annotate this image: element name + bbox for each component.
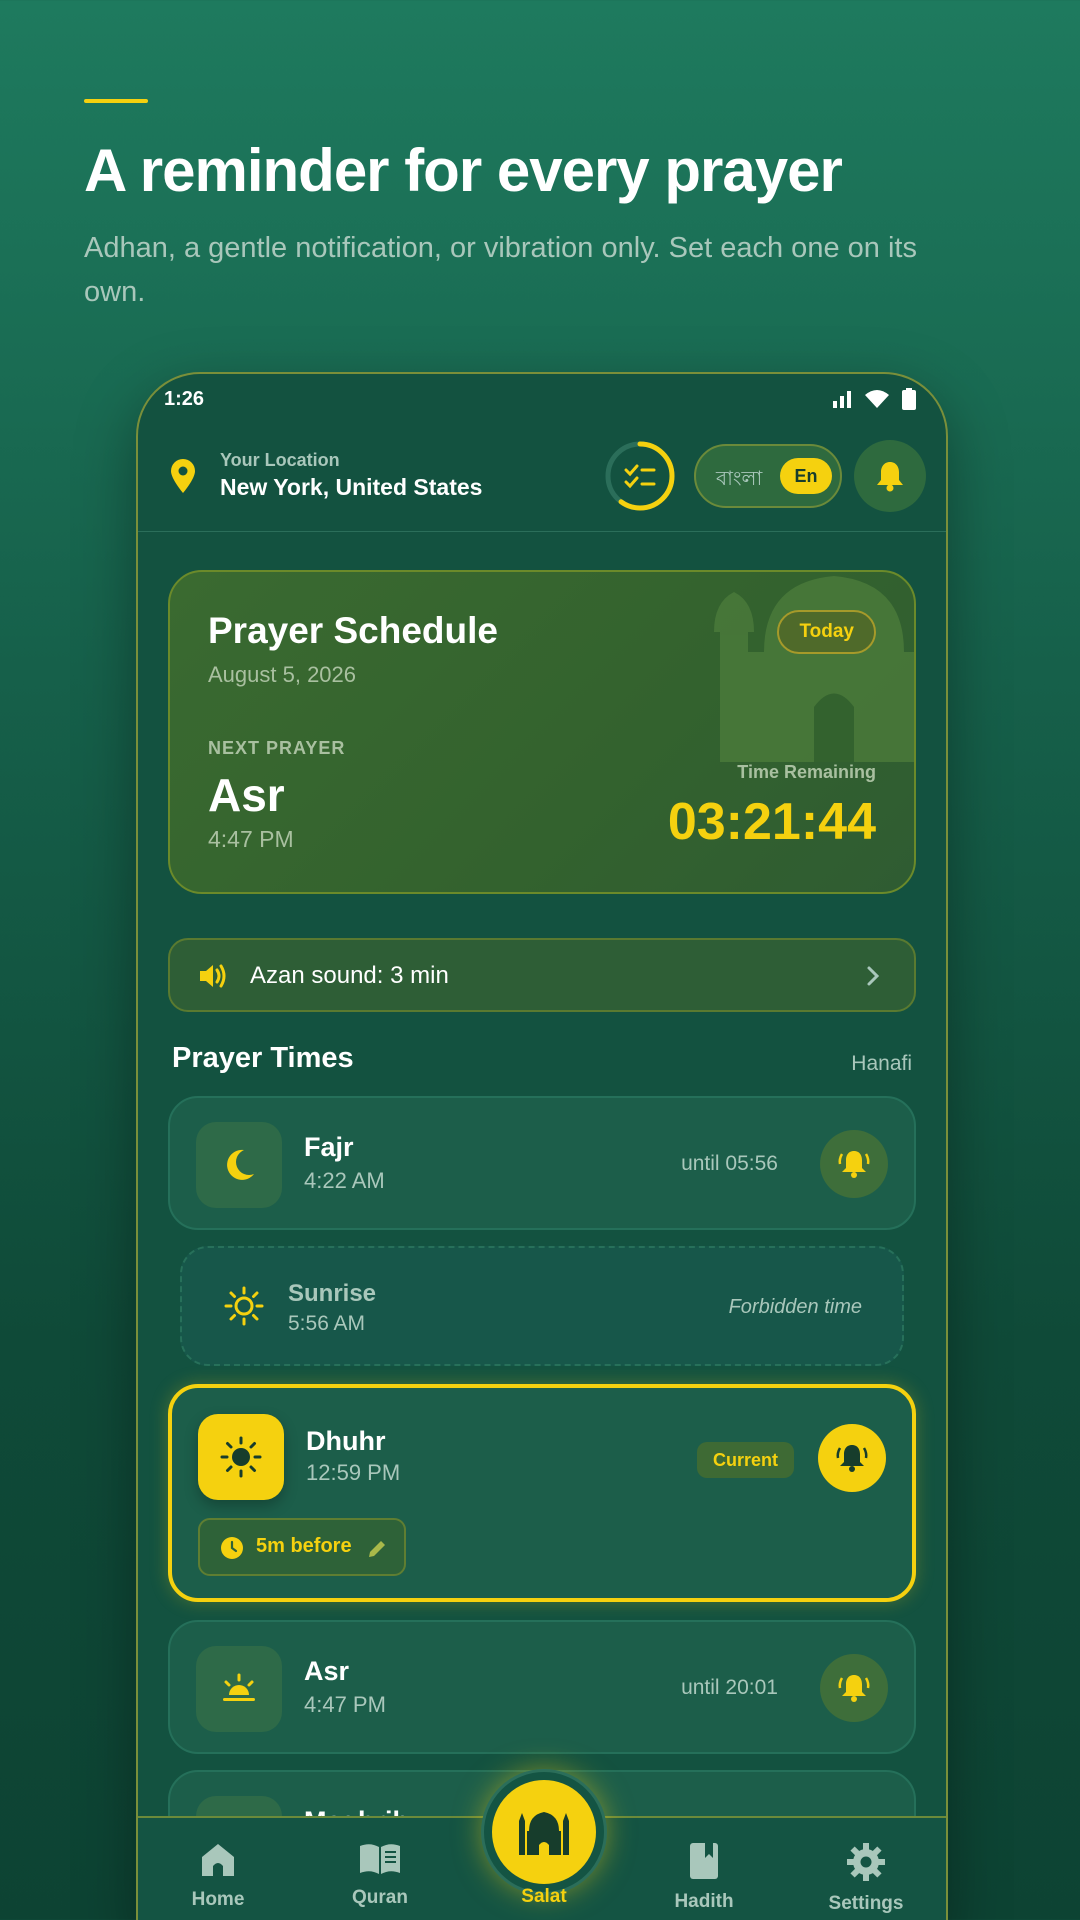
today-badge[interactable]: Today	[777, 610, 876, 654]
time-remaining-value: 03:21:44	[667, 793, 876, 851]
prayer-schedule-card: Prayer Schedule August 5, 2026 Today NEX…	[168, 570, 916, 894]
sun-half-icon	[223, 1673, 255, 1701]
location-label: Your Location	[220, 450, 340, 470]
prayer-card-fajr[interactable]: Fajr 4:22 AM until 05:56	[168, 1096, 916, 1230]
moon-icon	[227, 1149, 254, 1180]
app-header: Your Location New York, United States বা…	[138, 430, 946, 532]
gear-icon	[847, 1843, 885, 1881]
prayer-card-asr[interactable]: Asr 4:47 PM until 20:01	[168, 1620, 916, 1754]
azan-sound-label: Azan sound: 3 min	[250, 962, 449, 989]
nav-quran[interactable]: Quran	[320, 1842, 440, 1909]
bell-ring-icon	[836, 1445, 868, 1472]
prayer-time: 4:47 PM	[304, 1692, 386, 1717]
alarm-toggle-button[interactable]	[818, 1424, 886, 1492]
chevron-right-icon	[867, 966, 880, 986]
current-badge: Current	[696, 1442, 794, 1478]
checklist-progress-button[interactable]	[604, 440, 676, 512]
prayer-until: until 20:01	[681, 1676, 778, 1699]
alarm-toggle-button[interactable]	[820, 1130, 888, 1198]
nav-home[interactable]: Home	[158, 1842, 278, 1911]
reminder-offset-label: 5m before	[256, 1535, 352, 1557]
azan-sound-row[interactable]: Azan sound: 3 min	[168, 938, 916, 1012]
alarm-toggle-button[interactable]	[820, 1654, 888, 1722]
accent-line	[84, 99, 148, 103]
reminder-offset-button[interactable]: 5m before	[198, 1518, 406, 1576]
book-bookmark-icon	[690, 1843, 718, 1879]
sun-icon	[220, 1436, 262, 1478]
next-prayer-label: NEXT PRAYER	[208, 738, 346, 758]
clock-icon	[221, 1537, 243, 1559]
forbidden-time-note: Forbidden time	[728, 1296, 862, 1318]
pencil-icon	[369, 1541, 385, 1557]
book-open-icon	[360, 1844, 400, 1874]
battery-icon	[902, 388, 916, 410]
prayer-time: 12:59 PM	[306, 1460, 401, 1485]
status-time: 1:26	[164, 388, 205, 410]
bell-icon	[877, 462, 903, 492]
prayer-name: Asr	[304, 1656, 350, 1686]
prayer-name: Dhuhr	[306, 1426, 386, 1456]
next-prayer-name: Asr	[208, 769, 285, 821]
location-pin-icon	[171, 459, 195, 493]
speaker-icon	[200, 964, 226, 988]
time-remaining-label: Time Remaining	[737, 762, 876, 782]
nav-salat-button[interactable]	[484, 1772, 604, 1892]
prayer-card-sunrise: Sunrise 5:56 AM Forbidden time	[180, 1246, 904, 1366]
schedule-title: Prayer Schedule	[208, 610, 498, 651]
madhab-label[interactable]: Hanafi	[851, 1052, 912, 1076]
next-prayer-time: 4:47 PM	[208, 826, 294, 852]
prayer-name: Sunrise	[288, 1280, 377, 1307]
promo-subline: Adhan, a gentle notification, or vibrati…	[84, 232, 917, 308]
status-bar: 1:26	[138, 374, 946, 430]
bell-ring-icon	[838, 1151, 870, 1178]
nav-settings[interactable]: Settings	[806, 1842, 926, 1915]
phone-frame: 1:26 Your Location New York, United Stat…	[136, 372, 948, 1920]
prayer-time: 5:56 AM	[288, 1312, 366, 1335]
mosque-icon	[519, 1812, 569, 1855]
nav-salat-label: Salat	[521, 1886, 567, 1907]
nav-hadith[interactable]: Hadith	[644, 1842, 764, 1913]
prayer-until: until 05:56	[681, 1152, 778, 1175]
prayer-name: Fajr	[304, 1132, 354, 1162]
prayer-times-title: Prayer Times	[172, 1042, 354, 1074]
mosque-silhouette-icon	[714, 576, 914, 762]
lang-option-english[interactable]: En	[780, 458, 832, 494]
location-value[interactable]: New York, United States	[220, 474, 482, 501]
checklist-icon	[624, 464, 656, 489]
wifi-icon	[865, 390, 889, 408]
prayer-card-dhuhr[interactable]: Dhuhr 12:59 PM Current 5m before	[168, 1384, 916, 1602]
signal-icon	[833, 391, 851, 408]
promo-headline: A reminder for every prayer	[84, 137, 843, 204]
schedule-date: August 5, 2026	[208, 662, 357, 687]
language-toggle[interactable]: বাংলা En	[694, 444, 842, 508]
lang-option-bangla[interactable]: বাংলা	[716, 464, 762, 497]
home-icon	[202, 1844, 234, 1876]
bell-ring-icon	[838, 1675, 870, 1702]
sun-outline-icon	[224, 1286, 264, 1326]
notifications-button[interactable]	[854, 440, 926, 512]
prayer-time: 4:22 AM	[304, 1168, 385, 1193]
